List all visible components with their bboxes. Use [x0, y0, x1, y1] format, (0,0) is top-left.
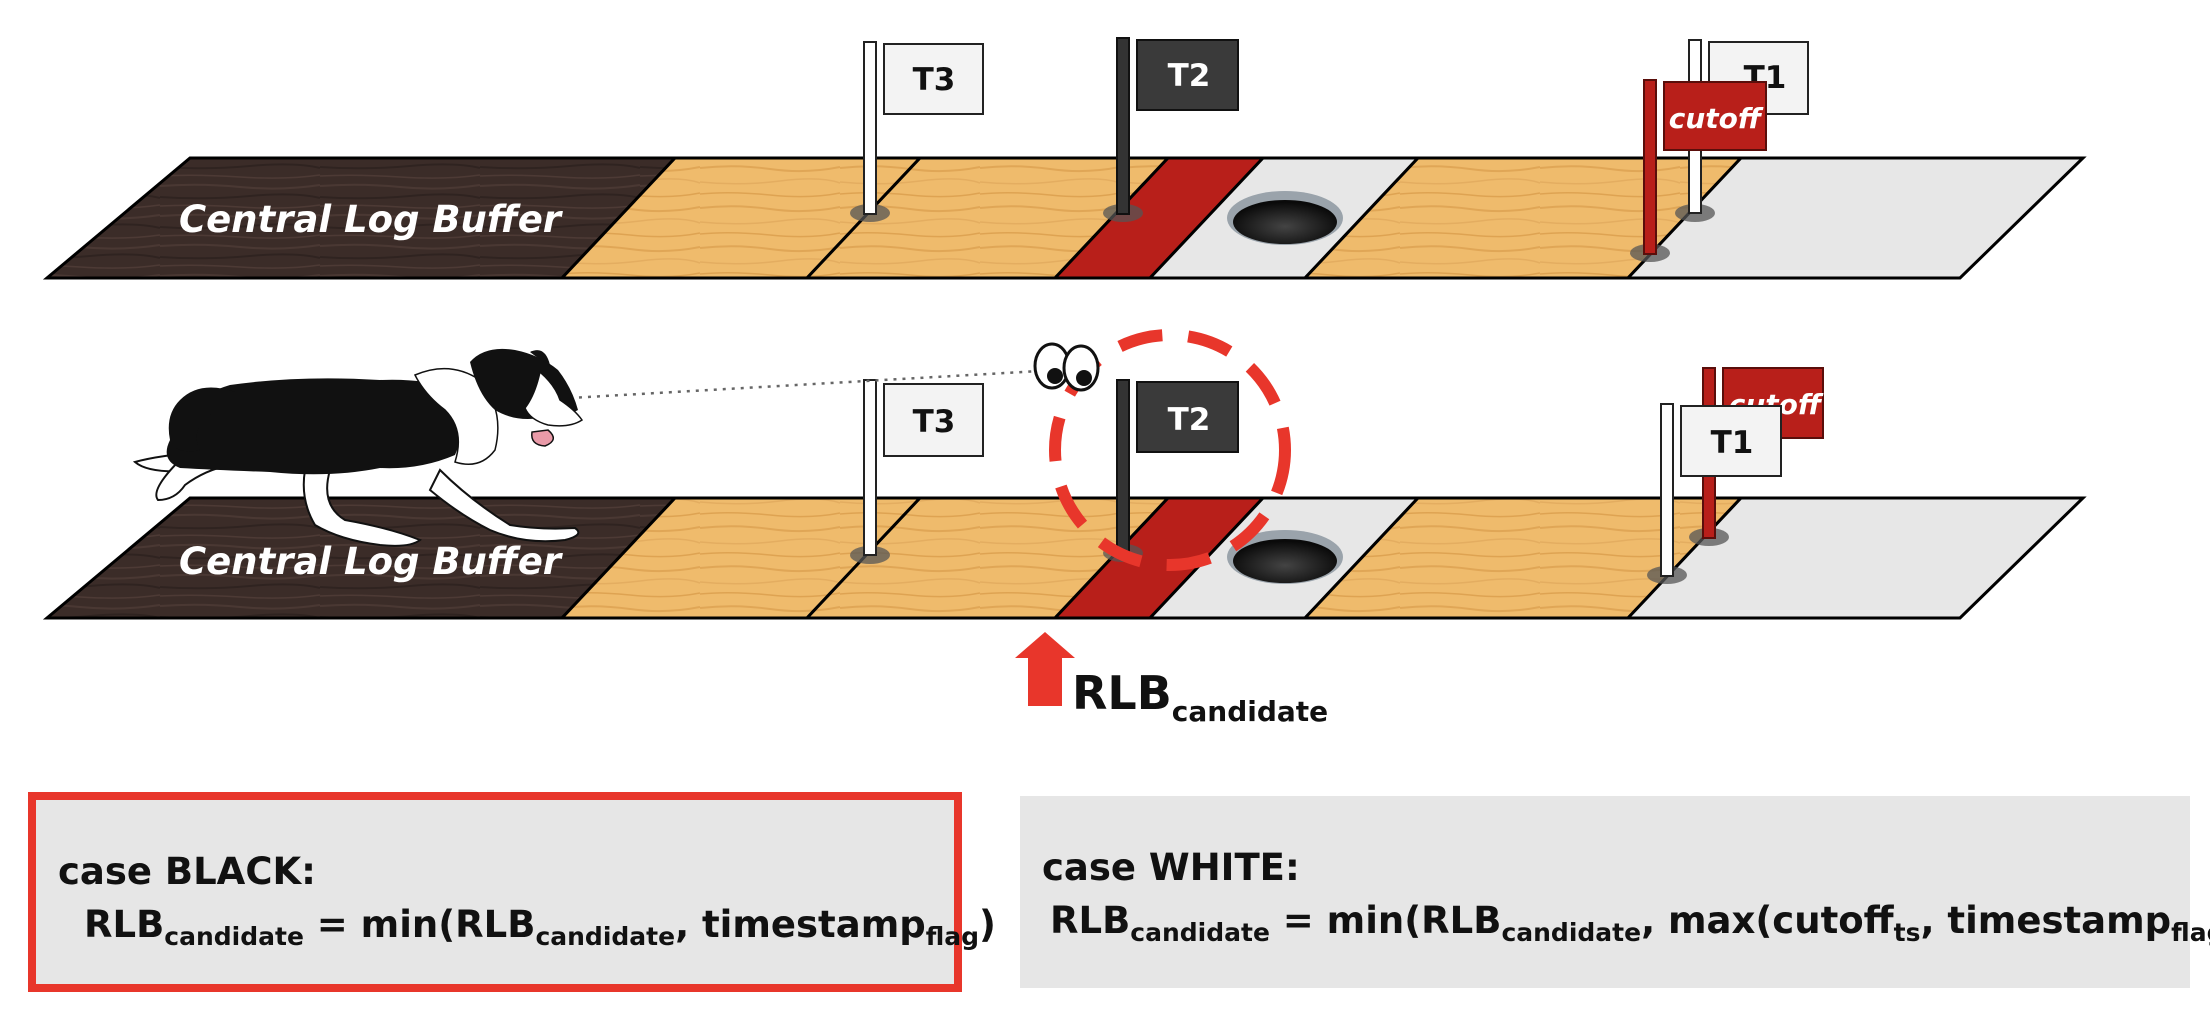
formula-part: RLB — [1050, 899, 1131, 942]
formula-part: , timestamp — [1920, 899, 2172, 942]
formula-part: , max(cutoff — [1641, 899, 1894, 942]
flag-label: T2 — [1168, 402, 1211, 438]
flag-label: T3 — [913, 404, 956, 440]
case-white-formula: RLBcandidate = min(RLBcandidate, max(cut… — [1050, 899, 2210, 947]
rlb-candidate-label: RLBcandidate — [1072, 666, 1328, 728]
flag-label: T2 — [1168, 58, 1211, 94]
formula-part: , timestamp — [675, 903, 926, 946]
hole — [1227, 191, 1343, 245]
buffer-label: Central Log Buffer — [179, 540, 564, 583]
formula-sub: candidate — [1501, 918, 1642, 947]
formula-sub: flag — [925, 922, 980, 951]
formula-sub: ts — [1893, 918, 1921, 947]
formula-part: RLB — [84, 903, 165, 946]
formula-part: = min(RLB — [1269, 899, 1502, 942]
flag-label: cutoff — [1669, 102, 1764, 135]
case-black-formula: RLBcandidate = min(RLBcandidate, timesta… — [84, 903, 996, 951]
formula-sub: candidate — [535, 922, 676, 951]
pointer-arrow-icon — [1015, 632, 1075, 706]
track-top: Central Log Buffer T3 T2 T1 cutoff — [42, 37, 2087, 280]
formula-part: ) — [979, 903, 996, 946]
case-black-box: case BLACK: RLBcandidate = min(RLBcandid… — [28, 792, 996, 992]
rlb-sub: candidate — [1171, 695, 1329, 728]
formula-part: = min(RLB — [303, 903, 536, 946]
buffer-label: Central Log Buffer — [179, 198, 564, 241]
case-black-title: case BLACK: — [58, 850, 316, 893]
formula-sub: candidate — [1130, 918, 1270, 947]
eyes-icon — [1033, 342, 1100, 392]
formula-sub: candidate — [164, 922, 304, 951]
formula-sub: flag — [2171, 918, 2210, 947]
case-white-box: case WHITE: RLBcandidate = min(RLBcandid… — [1020, 796, 2210, 988]
rlb-main: RLB — [1072, 666, 1172, 720]
flag-label: T3 — [913, 62, 956, 98]
case-white-title: case WHITE: — [1042, 846, 1300, 889]
flag-label: T1 — [1711, 425, 1754, 461]
